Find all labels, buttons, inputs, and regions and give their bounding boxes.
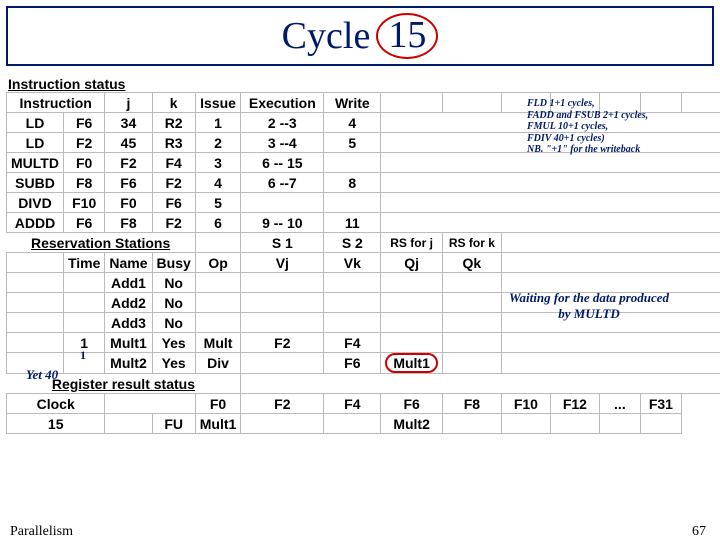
reg-f0: F0 bbox=[195, 394, 241, 414]
col-name: Name bbox=[105, 253, 152, 273]
reg-f6: F6 bbox=[381, 394, 443, 414]
qj-mult1-highlight: Mult1 bbox=[381, 353, 443, 374]
table-row: 1Mult1YesMultF2F4 bbox=[7, 333, 720, 353]
col-s1: S 1 bbox=[241, 233, 324, 253]
waiting-note: Waiting for the data produced by MULTD bbox=[494, 290, 684, 321]
col-vk: Vk bbox=[324, 253, 381, 273]
register-status-heading-row: Register result status bbox=[7, 374, 720, 394]
table-row: SUBDF8F6F246 --78 bbox=[7, 173, 720, 193]
reservation-stations-heading-row: Reservation Stations S 1 S 2 RS for j RS… bbox=[7, 233, 720, 253]
reg-f12: F12 bbox=[550, 394, 599, 414]
reg-f10: F10 bbox=[501, 394, 550, 414]
col-write: Write bbox=[324, 93, 381, 113]
register-value-row: 15 FU Mult1 Mult2 bbox=[7, 414, 720, 434]
instruction-status-heading: Instruction status bbox=[8, 76, 714, 92]
table-row: Mult2YesDivF6Mult1 bbox=[7, 353, 720, 374]
slide-body: Instruction status Instruction j k Issue… bbox=[6, 76, 714, 434]
cycle-number-circled: 15 bbox=[376, 13, 438, 59]
page-number: 67 bbox=[692, 524, 706, 540]
latencies-note: FLD 1+1 cycles, FADD and FSUB 2+1 cycles… bbox=[527, 98, 692, 156]
register-header-row: Clock F0 F2 F4 F6 F8 F10 F12 ... F31 bbox=[7, 394, 720, 414]
col-rs-for-j: RS for j bbox=[381, 233, 443, 253]
reg-f8: F8 bbox=[442, 394, 501, 414]
reg-dots: ... bbox=[599, 394, 640, 414]
col-execution: Execution bbox=[241, 93, 324, 113]
col-k: k bbox=[152, 93, 195, 113]
yet-40-annotation: Yet 40 bbox=[26, 367, 58, 383]
col-s2: S 2 bbox=[324, 233, 381, 253]
clock-value: 15 bbox=[7, 414, 105, 434]
table-row: DIVDF10F0F65 bbox=[7, 193, 720, 213]
reg-f2: F2 bbox=[241, 394, 324, 414]
col-rs-for-k: RS for k bbox=[442, 233, 501, 253]
rs-header-row: Time Name Busy Op Vj Vk Qj Qk bbox=[7, 253, 720, 273]
col-j: j bbox=[105, 93, 152, 113]
col-op: Op bbox=[195, 253, 241, 273]
footer-left: Parallelism bbox=[10, 524, 73, 540]
title-word: Cycle bbox=[282, 14, 371, 58]
table-row: MULTDF0F2F436 -- 15 bbox=[7, 153, 720, 173]
reg-f4: F4 bbox=[324, 394, 381, 414]
col-issue: Issue bbox=[195, 93, 241, 113]
col-vj: Vj bbox=[241, 253, 324, 273]
fu-label: FU bbox=[152, 414, 195, 434]
table-row: ADDDF6F8F269 -- 1011 bbox=[7, 213, 720, 233]
col-time: Time bbox=[63, 253, 104, 273]
reservation-stations-heading: Reservation Stations bbox=[7, 233, 196, 253]
col-qj: Qj bbox=[381, 253, 443, 273]
col-busy: Busy bbox=[152, 253, 195, 273]
one-annotation: 1 bbox=[80, 348, 86, 363]
col-instruction: Instruction bbox=[7, 93, 105, 113]
slide-title: Cycle 15 bbox=[6, 6, 714, 66]
clock-label: Clock bbox=[7, 394, 105, 414]
col-qk: Qk bbox=[442, 253, 501, 273]
reg-f31: F31 bbox=[640, 394, 681, 414]
